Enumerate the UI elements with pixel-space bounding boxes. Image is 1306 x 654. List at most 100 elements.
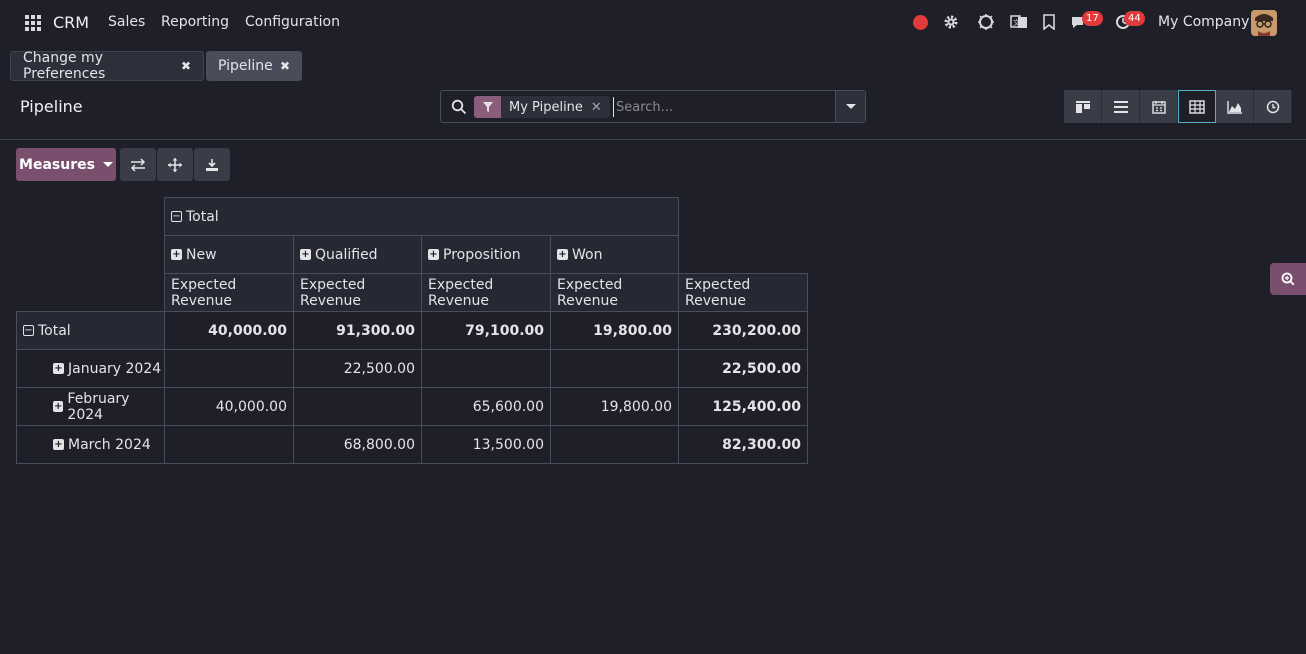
expand-all-button[interactable] <box>157 148 193 181</box>
pivot-cell[interactable]: 91,300.00 <box>293 311 422 350</box>
list-icon <box>1113 100 1128 113</box>
view-list-button[interactable] <box>1102 90 1140 123</box>
view-kanban-button[interactable] <box>1064 90 1102 123</box>
search-facet[interactable]: My Pipeline ✕ <box>474 96 610 118</box>
messages-count-badge: 17 <box>1082 11 1103 26</box>
company-switcher[interactable]: My Company <box>1158 14 1249 30</box>
pivot-measure-header[interactable]: Expected Revenue <box>293 273 422 312</box>
kanban-icon <box>1075 100 1090 113</box>
pivot-cell[interactable] <box>164 349 294 388</box>
caret-down-icon <box>102 162 113 167</box>
measures-dropdown-button[interactable]: Measures <box>16 148 116 181</box>
pivot-cell[interactable] <box>550 349 679 388</box>
pivot-cell[interactable]: 13,500.00 <box>421 425 551 464</box>
move-arrows-icon <box>168 157 182 172</box>
area-chart-icon <box>1226 100 1242 114</box>
debug-bug-icon[interactable] <box>976 12 996 32</box>
breadcrumb-pipeline[interactable]: Pipeline ✖ <box>206 51 302 81</box>
pivot-cell[interactable]: 79,100.00 <box>421 311 551 350</box>
breadcrumb-preferences[interactable]: Change my Preferences ✖ <box>10 50 204 82</box>
view-calendar-button[interactable] <box>1140 90 1178 123</box>
pivot-cell-total[interactable]: 230,200.00 <box>678 311 808 350</box>
pivot-col-header-won[interactable]: + Won <box>550 235 679 274</box>
pivot-cell-total[interactable]: 125,400.00 <box>678 387 808 426</box>
col-label: New <box>186 246 217 263</box>
pivot-col-header-total[interactable]: − Total <box>164 197 679 236</box>
recording-indicator-icon[interactable] <box>913 15 928 30</box>
pivot-measure-header[interactable]: Expected Revenue <box>550 273 679 312</box>
pivot-row-header-january[interactable]: + January 2024 <box>16 349 165 388</box>
col-label: Proposition <box>443 246 521 263</box>
clock-icon <box>1266 100 1279 113</box>
close-icon[interactable]: ✖ <box>280 59 290 73</box>
view-graph-button[interactable] <box>1216 90 1254 123</box>
bookmark-icon[interactable] <box>1039 12 1059 32</box>
download-icon <box>206 158 218 171</box>
header-divider <box>0 139 1306 140</box>
collapse-icon: − <box>171 210 182 222</box>
pivot-cell[interactable]: 19,800.00 <box>550 311 679 350</box>
settings-gear-icon[interactable] <box>941 12 961 32</box>
row-label: February 2024 <box>67 390 130 423</box>
view-switcher <box>1064 90 1292 123</box>
view-pivot-button[interactable] <box>1178 90 1216 123</box>
flip-axis-button[interactable] <box>120 148 156 181</box>
user-avatar[interactable] <box>1251 10 1277 36</box>
breadcrumb-label: Change my Preferences <box>23 50 106 82</box>
pivot-col-header-new[interactable]: + New <box>164 235 294 274</box>
zoom-inspect-button[interactable] <box>1270 263 1306 295</box>
top-navbar: CRM Sales Reporting Configuration 文 17 4… <box>0 0 1306 46</box>
pivot-table-icon <box>1189 99 1205 114</box>
expand-plus-icon: + <box>53 400 64 412</box>
col-label: Won <box>572 246 603 263</box>
pivot-row-header-march[interactable]: + March 2024 <box>16 425 165 464</box>
pivot-cell[interactable]: 65,600.00 <box>421 387 551 426</box>
col-total-label: Total <box>186 208 219 225</box>
svg-text:文: 文 <box>1013 18 1020 27</box>
pivot-cell-total[interactable]: 22,500.00 <box>678 349 808 388</box>
filter-funnel-icon <box>474 96 501 118</box>
apps-grid-icon[interactable] <box>25 15 41 31</box>
pivot-col-header-proposition[interactable]: + Proposition <box>421 235 551 274</box>
search-options-toggle[interactable] <box>835 91 865 122</box>
menu-configuration[interactable]: Configuration <box>245 14 340 30</box>
menu-reporting[interactable]: Reporting <box>161 14 229 30</box>
pivot-cell[interactable]: 40,000.00 <box>164 387 294 426</box>
zoom-in-icon <box>1281 272 1295 286</box>
col-label: Qualified <box>315 246 378 263</box>
expand-plus-icon: + <box>171 248 182 260</box>
language-translate-icon[interactable]: 文 <box>1009 12 1029 32</box>
pivot-cell[interactable] <box>550 425 679 464</box>
row-label: Total <box>38 322 71 339</box>
pivot-row-header-total[interactable]: − Total <box>16 311 165 350</box>
pivot-col-header-qualified[interactable]: + Qualified <box>293 235 422 274</box>
expand-plus-icon: + <box>53 362 64 374</box>
pivot-row-header-february[interactable]: + February 2024 <box>16 387 165 426</box>
breadcrumb-label: Pipeline <box>218 58 273 74</box>
app-name[interactable]: CRM <box>53 13 89 32</box>
pivot-cell[interactable] <box>421 349 551 388</box>
pivot-cell[interactable] <box>293 387 422 426</box>
pivot-cell-total[interactable]: 82,300.00 <box>678 425 808 464</box>
pivot-cell[interactable]: 22,500.00 <box>293 349 422 388</box>
search-bar[interactable]: My Pipeline ✕ <box>440 90 866 123</box>
caret-down-icon <box>845 104 856 109</box>
view-activity-button[interactable] <box>1254 90 1292 123</box>
pivot-measure-header[interactable]: Expected Revenue <box>421 273 551 312</box>
pivot-cell[interactable]: 19,800.00 <box>550 387 679 426</box>
expand-plus-icon: + <box>53 438 64 450</box>
facet-remove-icon[interactable]: ✕ <box>591 100 610 115</box>
pivot-cell[interactable] <box>164 425 294 464</box>
facet-label: My Pipeline <box>509 99 583 115</box>
close-icon[interactable]: ✖ <box>181 59 191 73</box>
pivot-measure-header[interactable]: Expected Revenue <box>678 273 808 312</box>
pivot-measure-header[interactable]: Expected Revenue <box>164 273 294 312</box>
pivot-cell[interactable]: 40,000.00 <box>164 311 294 350</box>
menu-sales[interactable]: Sales <box>108 14 145 30</box>
row-label: January 2024 <box>68 360 162 377</box>
expand-plus-icon: + <box>557 248 568 260</box>
download-button[interactable] <box>194 148 230 181</box>
measures-label: Measures <box>19 156 95 173</box>
pivot-cell[interactable]: 68,800.00 <box>293 425 422 464</box>
search-input[interactable] <box>613 97 833 117</box>
